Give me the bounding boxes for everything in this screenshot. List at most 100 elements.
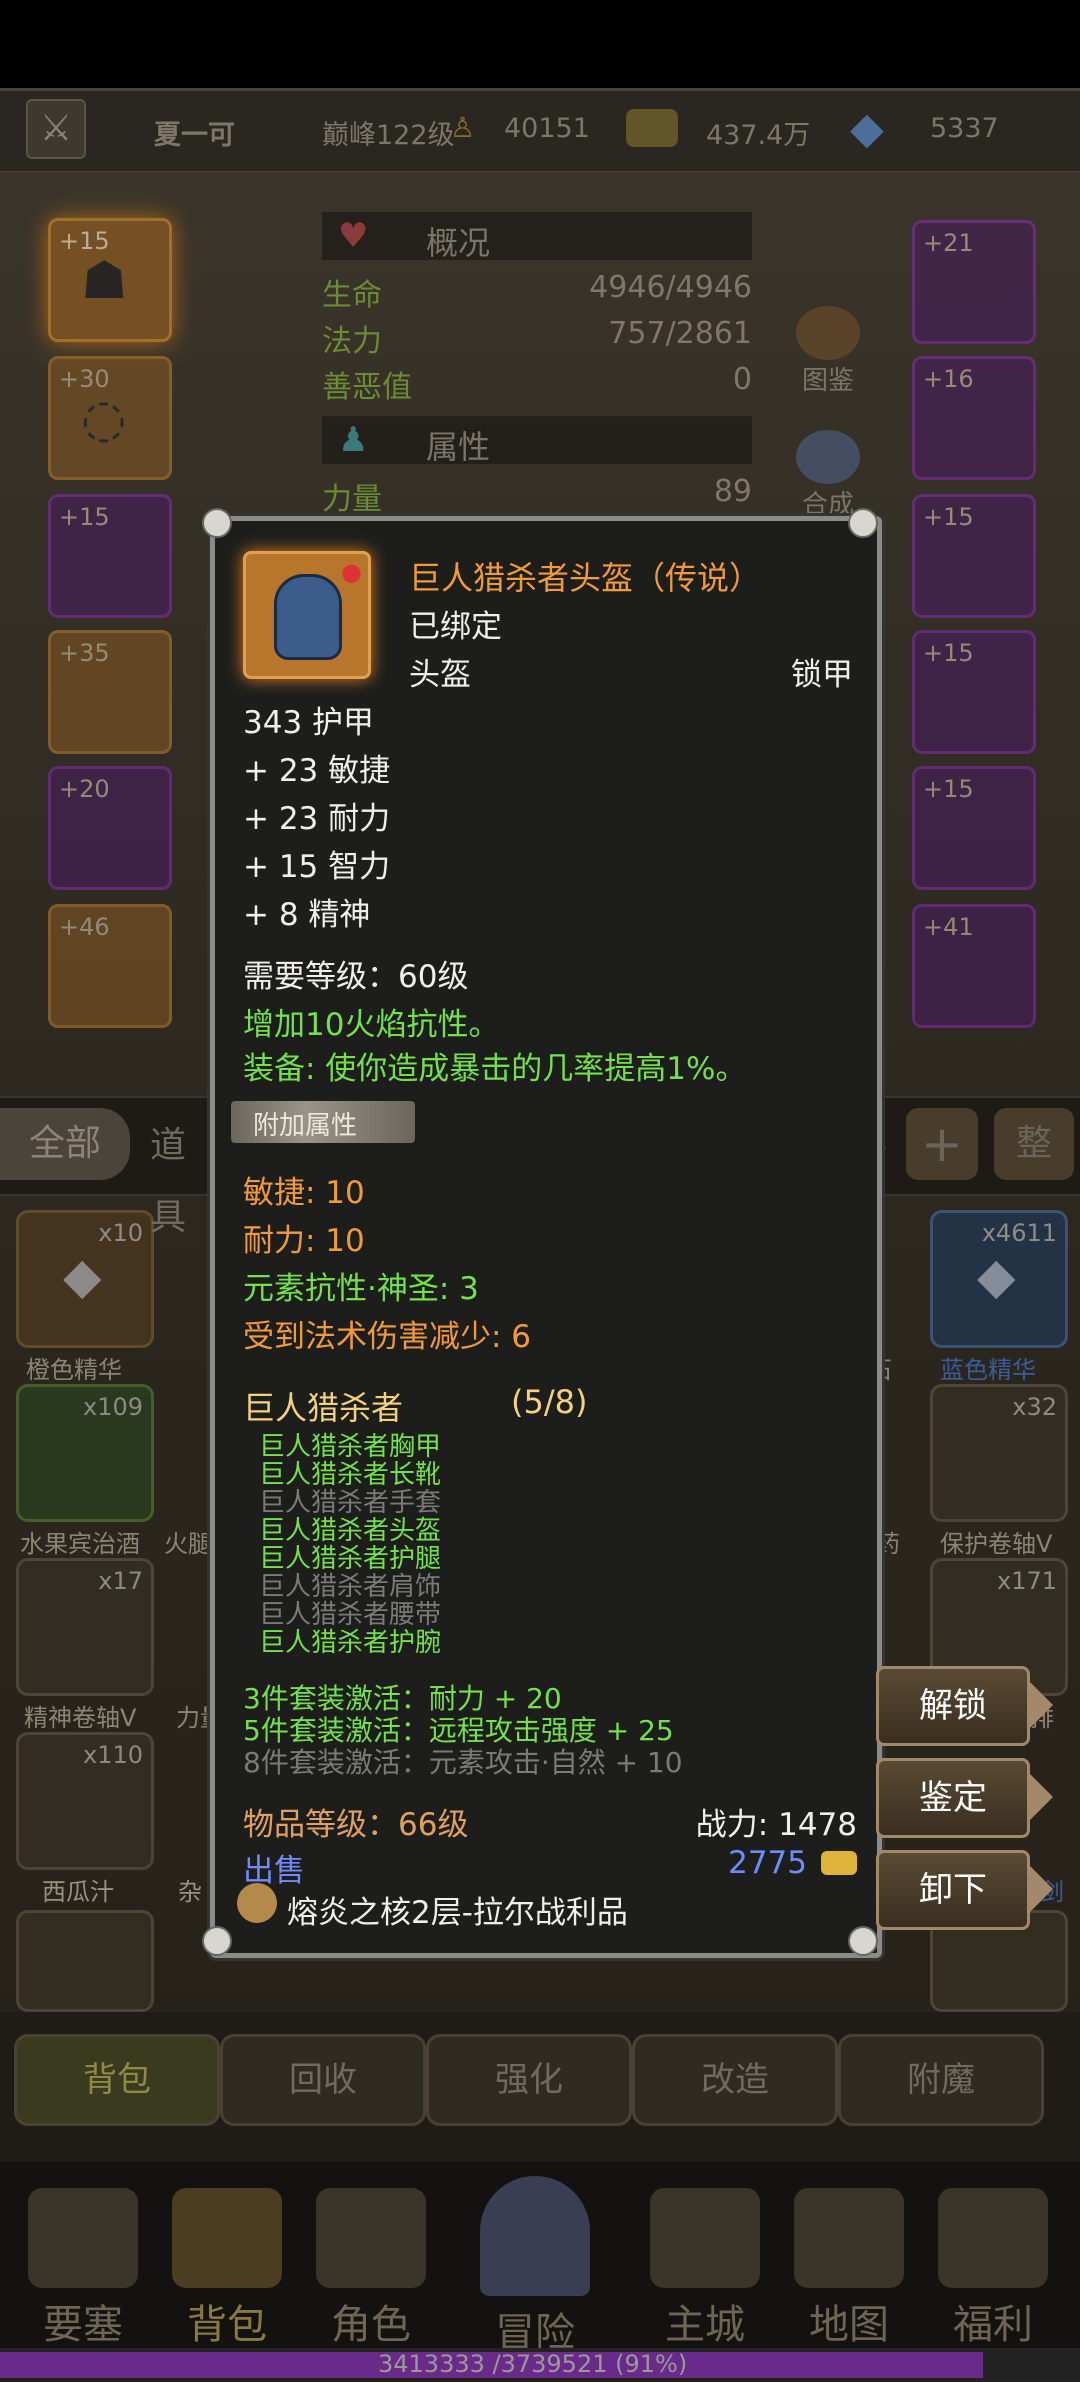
gold-icon <box>626 109 678 147</box>
item-tooltip: ● 巨人猎杀者头盔（传说） 已绑定 头盔 锁甲 343 护甲 + 23 敏捷 +… <box>210 516 882 1958</box>
equip-slot-wrist[interactable]: +46 <box>48 904 172 1028</box>
equip-slot-neck[interactable]: +30 ◌ <box>48 356 172 480</box>
tab-enchant[interactable]: 附魔 <box>838 2034 1044 2126</box>
blue-essence-icon: ◆ <box>977 1247 1016 1305</box>
item-effect: 增加10火焰抗性。 <box>243 1007 500 1043</box>
equip-slot-head[interactable]: +15 ☗ <box>48 218 172 342</box>
item-icon-frame: ● <box>243 551 371 679</box>
orange-essence-icon: ◆ <box>63 1247 102 1305</box>
overview-header <box>322 212 752 260</box>
set-item: 巨人猎杀者腰带 <box>259 1600 442 1630</box>
bag-item-name: 橙色精华 <box>26 1356 122 1384</box>
bag-cell[interactable]: x17 <box>16 1558 154 1696</box>
nav-map[interactable]: 地图 <box>784 2188 914 2350</box>
portal-icon <box>480 2176 590 2296</box>
arrow-right-icon <box>1027 1771 1053 1823</box>
tooltip-corner <box>848 1926 878 1956</box>
codex-button[interactable]: 图鉴 <box>786 306 870 402</box>
compose-button[interactable]: 合成 <box>786 430 870 520</box>
identify-button[interactable]: 鉴定 <box>876 1758 1053 1838</box>
equip-slot-cloak[interactable]: +35 <box>48 630 172 754</box>
combat-power: 战力: 1478 <box>695 1807 857 1843</box>
nav-bag[interactable]: 背包 <box>162 2188 292 2350</box>
bag-cell[interactable]: x32 <box>930 1384 1068 1522</box>
bag-item-name: 西瓜汁 <box>42 1878 114 1906</box>
loot-bag-icon <box>237 1883 277 1923</box>
helmet-icon <box>316 2188 426 2288</box>
compose-icon <box>796 430 860 484</box>
bag-item-name: 保护卷轴V <box>940 1530 1053 1558</box>
base-stat: + 23 敏捷 <box>243 753 391 789</box>
equip-slot-hands[interactable]: +21 <box>912 220 1036 344</box>
crossed-swords-icon[interactable]: ⚔ <box>26 99 86 159</box>
gold-icon <box>821 1851 857 1875</box>
equip-slot-shoulder[interactable]: +15 <box>48 494 172 618</box>
gift-icon <box>938 2188 1048 2288</box>
set-bonus: 5件套装激活：远程攻击强度 + 25 <box>243 1714 674 1747</box>
required-level: 需要等级：60级 <box>243 959 469 995</box>
bag-item-name: 水果宾治酒 <box>20 1530 140 1558</box>
item-material: 锁甲 <box>791 657 853 693</box>
filter-tab-all[interactable]: 全部 <box>0 1108 130 1180</box>
set-item: 巨人猎杀者手套 <box>259 1488 442 1518</box>
tab-recycle[interactable]: 回收 <box>220 2034 426 2126</box>
unlock-button[interactable]: 解锁 <box>876 1666 1053 1746</box>
item-source: 熔炎之核2层-拉尔战利品 <box>287 1895 628 1931</box>
tooltip-corner <box>202 1926 232 1956</box>
bag-cell[interactable] <box>16 1910 154 2012</box>
extra-attribute: 耐力: 10 <box>243 1223 365 1259</box>
equip-slot-trinket[interactable]: +41 <box>912 904 1036 1028</box>
bag-item-name: 火腿 <box>164 1530 212 1558</box>
nav-adventure[interactable]: 冒险 <box>470 2176 600 2358</box>
bag-cell[interactable]: x10 ◆ <box>16 1210 154 1348</box>
bag-item-name: 蓝色精华 <box>940 1356 1036 1384</box>
set-item: 巨人猎杀者肩饰 <box>259 1572 442 1602</box>
set-bonus: 8件套装激活：元素攻击·自然 + 10 <box>243 1746 683 1779</box>
tab-enhance[interactable]: 强化 <box>426 2034 632 2126</box>
equip-slot-ring[interactable]: +15 <box>912 766 1036 890</box>
add-button[interactable]: + <box>906 1108 978 1180</box>
arrow-right-icon <box>1027 1679 1053 1731</box>
tooltip-corner <box>202 508 232 538</box>
nav-city[interactable]: 主城 <box>640 2188 770 2350</box>
bag-cell[interactable]: x109 <box>16 1384 154 1522</box>
xp-text: 3413333 /3739521 (91%) <box>378 2350 688 2378</box>
unequip-button[interactable]: 卸下 <box>876 1850 1053 1930</box>
extra-attribute: 受到法术伤害减少: 6 <box>243 1319 532 1355</box>
equip-slot-chest[interactable]: +20 <box>48 766 172 890</box>
bag-cell[interactable]: x110 <box>16 1732 154 1870</box>
extra-attribute: 敏捷: 10 <box>243 1175 365 1211</box>
tab-bag[interactable]: 背包 <box>14 2034 220 2126</box>
item-level: 物品等级：66级 <box>243 1807 469 1843</box>
nav-welfare[interactable]: 福利 <box>928 2188 1058 2350</box>
tab-reforge[interactable]: 改造 <box>632 2034 838 2126</box>
nav-role[interactable]: 角色 <box>306 2188 436 2350</box>
base-stat: + 23 耐力 <box>243 801 391 837</box>
equip-slot-legs[interactable]: +15 <box>912 494 1036 618</box>
codex-icon <box>796 306 860 360</box>
item-slot: 头盔 <box>409 657 471 693</box>
attributes-header <box>322 416 752 464</box>
bag-cell[interactable]: x4611 ◆ <box>930 1210 1068 1348</box>
diamond-icon: ◆ <box>850 103 884 154</box>
player-name: 夏一可 <box>154 120 235 151</box>
filter-tab-items[interactable]: 道具 <box>150 1110 214 1238</box>
stat-mana: 法力 757/2861 <box>322 316 752 359</box>
extra-attributes-header: 附加属性 <box>253 1111 358 1141</box>
bag-item-name: 杂 <box>178 1878 202 1906</box>
set-bonus: 3件套装激活：耐力 + 20 <box>243 1682 562 1715</box>
equip-slot-waist[interactable]: +16 <box>912 356 1036 480</box>
set-item: 巨人猎杀者长靴 <box>259 1460 442 1490</box>
set-name: 巨人猎杀者 <box>243 1389 404 1427</box>
attributes-title: 属性 <box>426 428 491 466</box>
person-icon: ♟ <box>338 420 369 460</box>
stat-hp: 生命 4946/4946 <box>322 270 752 313</box>
set-item: 巨人猎杀者护腿 <box>259 1544 442 1574</box>
nav-fortress[interactable]: 要塞 <box>18 2188 148 2350</box>
diamond-amount: 5337 <box>930 113 999 144</box>
backpack-icon <box>172 2188 282 2288</box>
set-progress: (5/8) <box>511 1383 588 1421</box>
sort-button[interactable]: 整 <box>994 1108 1074 1180</box>
equip-slot-feet[interactable]: +15 <box>912 630 1036 754</box>
stat-strength: 力量 89 <box>322 474 752 517</box>
